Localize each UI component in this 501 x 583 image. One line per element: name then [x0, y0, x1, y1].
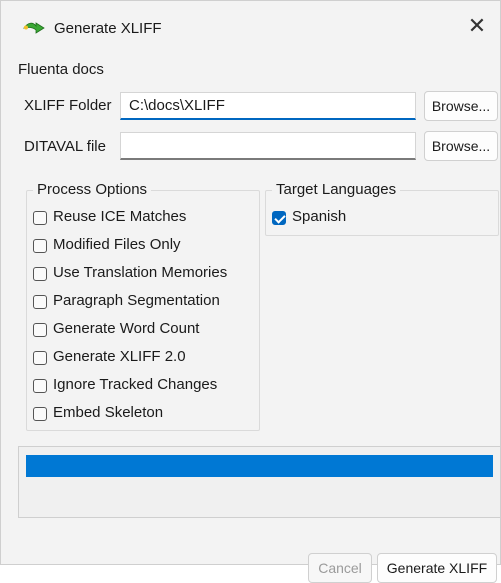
- process-option-label: Ignore Tracked Changes: [53, 376, 218, 393]
- process-option-label: Generate XLIFF 2.0: [53, 348, 186, 365]
- window-title: Generate XLIFF: [54, 20, 162, 37]
- progress-bar: [26, 455, 493, 477]
- process-option-label: Paragraph Segmentation: [53, 292, 220, 309]
- title-bar: Generate XLIFF ✕: [1, 1, 500, 55]
- cancel-button[interactable]: Cancel: [308, 553, 372, 583]
- ditaval-file-browse-button[interactable]: Browse...: [424, 131, 498, 161]
- xliff-folder-label: XLIFF Folder: [24, 97, 112, 114]
- checkbox[interactable]: [33, 351, 47, 365]
- checkbox[interactable]: [33, 295, 47, 309]
- ditaval-file-label: DITAVAL file: [24, 138, 106, 155]
- generate-xliff-dialog: Generate XLIFF ✕ Fluenta docs XLIFF Fold…: [0, 0, 501, 583]
- process-option-label: Generate Word Count: [53, 320, 200, 337]
- checkbox[interactable]: [33, 407, 47, 421]
- generate-xliff-button[interactable]: Generate XLIFF: [377, 553, 497, 583]
- xliff-folder-browse-button[interactable]: Browse...: [424, 91, 498, 121]
- ditaval-file-input[interactable]: [120, 132, 416, 160]
- target-languages-title: Target Languages: [272, 181, 401, 198]
- process-option-label: Embed Skeleton: [53, 404, 164, 421]
- process-option-label: Reuse ICE Matches: [53, 208, 187, 225]
- project-name: Fluenta docs: [18, 61, 104, 78]
- checkbox[interactable]: [33, 379, 47, 393]
- process-option-label: Modified Files Only: [53, 236, 181, 253]
- process-option-label: Use Translation Memories: [53, 264, 228, 281]
- checkbox[interactable]: [33, 323, 47, 337]
- close-icon[interactable]: ✕: [464, 13, 490, 39]
- target-language-item-label: Spanish: [292, 208, 347, 225]
- target-languages-group: Target Languages Spanish: [265, 181, 499, 236]
- green-arrow-icon: [23, 22, 45, 34]
- xliff-folder-input[interactable]: [120, 92, 416, 120]
- progress-panel: [18, 446, 501, 518]
- checkbox[interactable]: [33, 267, 47, 281]
- process-options-title: Process Options: [33, 181, 152, 198]
- checkbox[interactable]: [33, 211, 47, 225]
- checkbox[interactable]: [272, 211, 286, 225]
- checkbox[interactable]: [33, 239, 47, 253]
- process-options-group: Process Options Reuse ICE Matches Modifie…: [26, 181, 260, 431]
